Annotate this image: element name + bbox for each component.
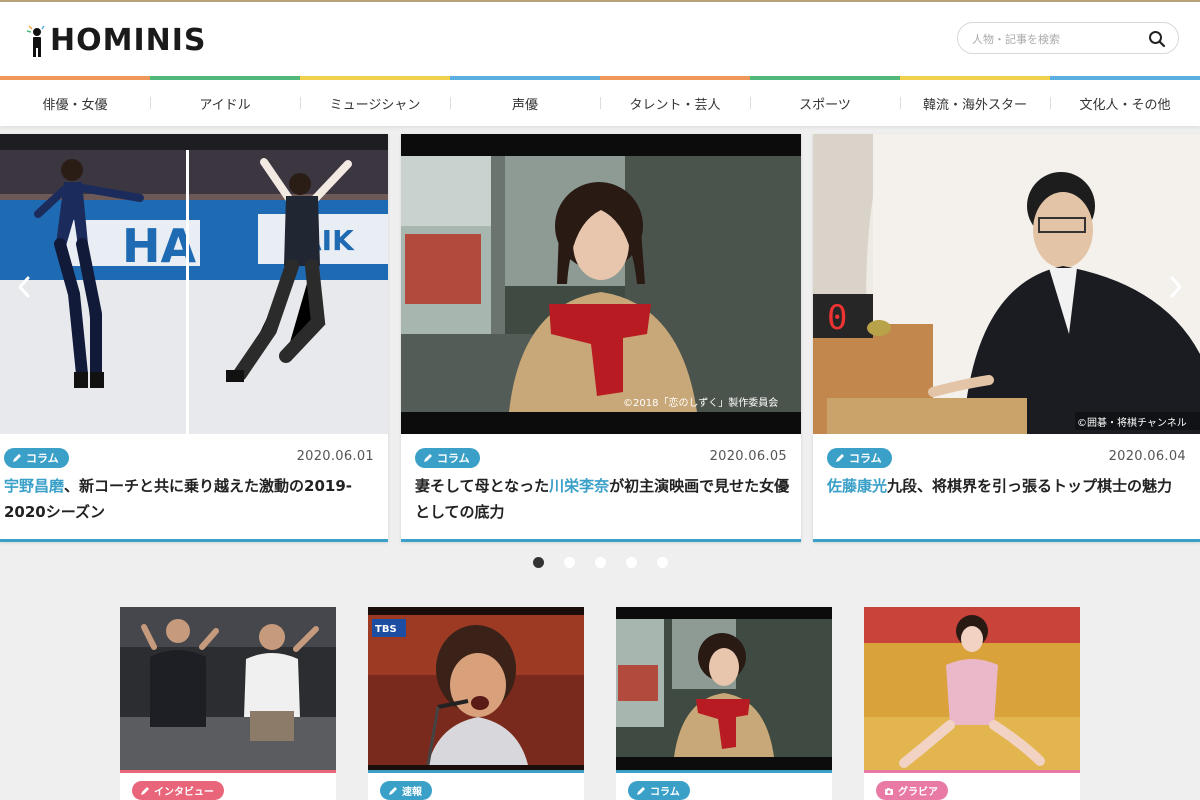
article-thumbnail[interactable]: HA AIK [0,134,388,434]
nav-item-idols[interactable]: アイドル [150,80,300,126]
carousel-dot-5[interactable] [657,557,668,568]
nav-item-talents[interactable]: タレント・芸人 [600,80,750,126]
category-tag[interactable]: コラム [827,448,892,468]
category-tag[interactable]: 速報 [380,781,432,800]
carousel-dot-2[interactable] [564,557,575,568]
nav-item-actors[interactable]: 俳優・女優 [0,80,150,126]
title-text: 九段、将棋界を引っ張るトップ棋士の魅力 [887,477,1173,495]
article-title[interactable]: 宇野昌磨、新コーチと共に乗り越えた激動の2019-2020シーズン [4,473,378,525]
carousel-pagination [533,557,668,568]
nav-item-culture-other[interactable]: 文化人・その他 [1050,80,1200,126]
tag-label: インタビュー [154,787,214,798]
channel-badge-text: TBS [375,624,397,635]
person-name-link[interactable]: 佐藤康光 [827,477,887,495]
svg-text:0: 0 [827,298,847,338]
article-image-skating: HA AIK [0,134,388,434]
category-tag[interactable]: グラビア [876,781,948,800]
tag-label: コラム [437,452,470,465]
article-image-singer: TBS [368,607,584,770]
article-date: 2020.06.05 [709,449,787,464]
pencil-icon [424,454,432,462]
nav-item-sports[interactable]: スポーツ [750,80,900,126]
category-tag[interactable]: コラム [4,448,69,468]
featured-card[interactable]: HA AIK コラム 2020.06.01 宇野昌磨、新コーチと共に乗り越えた激… [0,134,388,542]
article-title[interactable]: 佐藤康光九段、将棋界を引っ張るトップ棋士の魅力 [827,473,1190,499]
category-nav: 俳優・女優 アイドル ミュージシャン 声優 タレント・芸人 スポーツ 韓流・海外… [0,76,1200,126]
card-accent-bar [616,770,832,773]
article-image-gravure [864,607,1080,770]
pencil-icon [836,454,844,462]
category-tag[interactable]: コラム [415,448,480,468]
nav-item-voice-actors[interactable]: 声優 [450,80,600,126]
image-credit: ©囲碁・将棋チャンネル [1077,416,1187,429]
search-input[interactable] [972,29,1142,49]
article-thumbnail[interactable] [616,607,832,770]
card-accent-bar [368,770,584,773]
search-icon[interactable] [1147,29,1167,49]
svg-text:HA: HA [122,219,196,273]
article-image-shogi: 0 ©囲碁・将棋チャンネル [813,134,1200,434]
carousel-dot-4[interactable] [626,557,637,568]
card-accent-bar [864,770,1080,773]
article-image-interview [120,607,336,770]
article-thumbnail[interactable]: 0 ©囲碁・将棋チャンネル [813,134,1200,434]
tag-label: グラビア [898,787,938,798]
pencil-icon [141,786,149,795]
carousel-dot-3[interactable] [595,557,606,568]
carousel-dot-1[interactable] [533,557,544,568]
tag-label: コラム [849,452,882,465]
pencil-icon [637,786,645,795]
article-date: 2020.06.04 [1108,449,1186,464]
article-card[interactable]: TBS 速報 [368,607,584,800]
featured-card[interactable]: ©2018「恋のしずく」製作委員会 コラム 2020.06.05 妻そして母とな… [401,134,801,542]
article-date: 2020.06.01 [296,449,374,464]
nav-item-musicians[interactable]: ミュージシャン [300,80,450,126]
person-name-link[interactable]: 川栄李奈 [549,477,609,495]
pencil-icon [389,786,397,795]
featured-card[interactable]: 0 ©囲碁・将棋チャンネル コラム 2020.06.04 佐藤康光九段、将棋界を… [813,134,1200,542]
search-box [957,22,1179,54]
pencil-icon [13,454,21,462]
logo-text: HOMINIS [50,23,207,58]
article-thumbnail[interactable] [864,607,1080,770]
camera-icon [885,787,893,795]
article-image-train: ©2018「恋のしずく」製作委員会 [401,134,801,434]
person-name-link[interactable]: 宇野昌磨 [4,477,64,495]
tag-label: コラム [650,787,680,798]
article-thumbnail[interactable] [120,607,336,770]
carousel-next-arrow-icon[interactable] [1166,274,1186,300]
nav-item-korean-foreign[interactable]: 韓流・海外スター [900,80,1050,126]
card-accent-bar [120,770,336,773]
tag-label: 速報 [402,787,422,798]
category-tag[interactable]: インタビュー [132,781,224,800]
article-card[interactable]: グラビア [864,607,1080,800]
category-tag[interactable]: コラム [628,781,690,800]
logo-figure-icon [26,25,45,57]
tag-label: コラム [26,452,59,465]
article-thumbnail[interactable]: TBS [368,607,584,770]
carousel-prev-arrow-icon[interactable] [14,274,34,300]
article-thumbnail[interactable]: ©2018「恋のしずく」製作委員会 [401,134,801,434]
article-title[interactable]: 妻そして母となった川栄李奈が初主演映画で見せた女優としての底力 [415,473,791,525]
image-credit: ©2018「恋のしずく」製作委員会 [623,396,778,409]
article-card[interactable]: インタビュー [120,607,336,800]
site-logo[interactable]: HOMINIS [26,24,207,58]
site-header: HOMINIS [0,2,1200,78]
article-image-train-small [616,607,832,770]
article-card[interactable]: コラム [616,607,832,800]
featured-carousel: HA AIK コラム 2020.06.01 宇野昌磨、新コーチと共に乗り越えた激… [0,134,1200,544]
title-text: 妻そして母となった [415,477,550,495]
